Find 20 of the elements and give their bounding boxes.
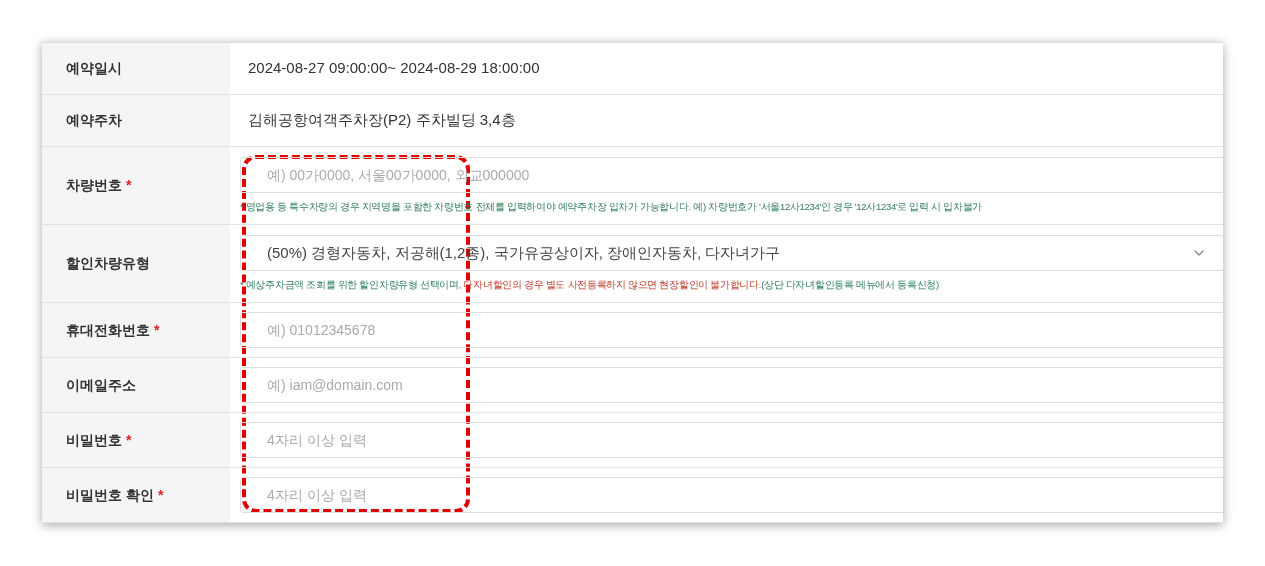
field-label: 비밀번호 확인	[66, 485, 154, 505]
field-label: 예약일시	[66, 59, 122, 78]
help-note: * 예상주차금액 조회를 위한 할인차량유형 선택이며, 다자녀할인의 경우 별도 사전등록하지 않으면 현장할인이 불가합니다.(상단 다자녀할인등록 메뉴에서 등록신청)	[240, 277, 940, 292]
input-field[interactable]: 예) iam@domain.com	[240, 367, 1223, 403]
required-mark: *	[157, 485, 164, 505]
input-field[interactable]: 예) 01012345678	[240, 312, 1223, 348]
input-field[interactable]: 4자리 이상 입력	[240, 477, 1223, 513]
field-value: 2024-08-27 09:00:00~ 2024-08-29 18:00:00	[247, 58, 541, 79]
input-field[interactable]: 예) 00가0000, 서울00가0000, 외교000000	[240, 156, 1223, 193]
required-mark: *	[126, 430, 132, 450]
input-field[interactable]: 4자리 이상 입력	[240, 422, 1223, 458]
field-label: 예약주차	[66, 111, 122, 130]
required-mark: *	[126, 176, 132, 195]
field-label: 비밀번호	[66, 430, 122, 450]
field-value: 김해공항여객주차장(P2) 주차빌딩 3,4층	[247, 110, 517, 131]
required-mark: *	[154, 320, 160, 340]
field-label: 이메일주소	[66, 375, 136, 395]
field-label: 차량번호	[66, 176, 122, 195]
field-label: 할인차량유형	[66, 254, 150, 273]
field-label: 휴대전화번호	[66, 320, 150, 340]
